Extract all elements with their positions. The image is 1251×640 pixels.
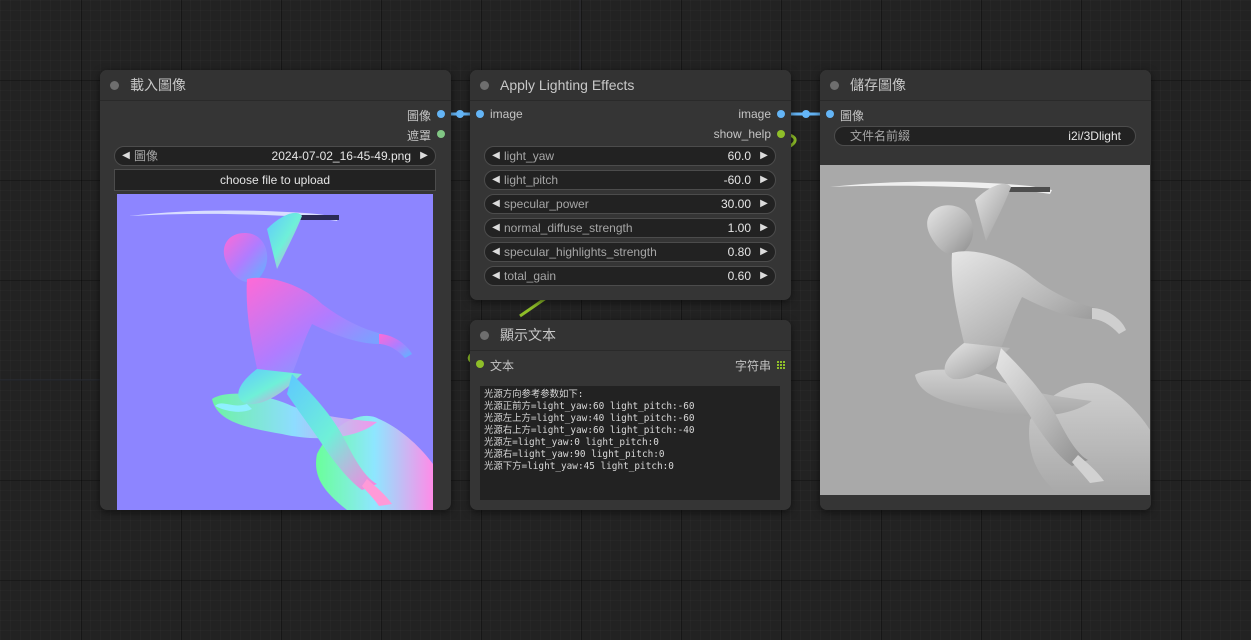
decrement-arrow-icon[interactable]: ◀: [489, 171, 503, 189]
collapse-dot-icon[interactable]: [830, 80, 839, 90]
increment-arrow-icon[interactable]: ▶: [757, 195, 771, 213]
output-image-slot[interactable]: [777, 110, 785, 118]
increment-arrow-icon[interactable]: ▶: [757, 219, 771, 237]
node-header[interactable]: Apply Lighting Effects: [470, 70, 791, 101]
widget-value: 2024-07-02_16-45-49.png: [271, 149, 411, 163]
widget-label: 圖像: [134, 149, 159, 163]
decrement-arrow-icon[interactable]: ◀: [489, 195, 503, 213]
widget-label: normal_diffuse_strength: [504, 221, 633, 235]
link-lighting-to-save-midpoint[interactable]: [802, 110, 810, 118]
normal-diffuse-strength-widget[interactable]: ◀ normal_diffuse_strength 1.00 ▶: [484, 218, 776, 238]
decrement-arrow-icon[interactable]: ◀: [489, 267, 503, 285]
text-line: 光源左=light_yaw:0 light_pitch:0: [484, 437, 659, 448]
collapse-dot-icon[interactable]: [480, 80, 489, 90]
widget-value: 0.60: [727, 269, 751, 283]
load-image-node[interactable]: 載入圖像 圖像 遮罩 ◀ 圖像 2024-07-02_16-45-49.png …: [100, 70, 451, 510]
image-combo-widget[interactable]: ◀ 圖像 2024-07-02_16-45-49.png ▶: [114, 146, 436, 166]
input-text-slot[interactable]: [476, 360, 484, 368]
text-line: 光源下方=light_yaw:45 light_pitch:0: [484, 461, 674, 472]
output-mask-slot[interactable]: [437, 130, 445, 138]
node-header[interactable]: 儲存圖像: [820, 70, 1151, 101]
apply-lighting-node[interactable]: Apply Lighting Effects image image show_…: [470, 70, 791, 300]
node-title: 載入圖像: [130, 77, 186, 93]
total-gain-widget[interactable]: ◀ total_gain 0.60 ▶: [484, 266, 776, 286]
output-show-help-slot[interactable]: [777, 130, 785, 138]
grid-slot-icon[interactable]: [777, 361, 785, 369]
widget-label: light_yaw: [504, 149, 555, 163]
output-image-label: image: [738, 107, 771, 121]
light-yaw-widget[interactable]: ◀ light_yaw 60.0 ▶: [484, 146, 776, 166]
output-string-label: 字符串: [734, 359, 771, 373]
link-image-to-lighting-midpoint[interactable]: [456, 110, 464, 118]
light-pitch-widget[interactable]: ◀ light_pitch -60.0 ▶: [484, 170, 776, 190]
increment-arrow-icon[interactable]: ▶: [757, 147, 771, 165]
widget-label: specular_highlights_strength: [504, 245, 657, 259]
output-show-help-label: show_help: [713, 127, 771, 141]
widget-value: 30.00: [720, 197, 751, 211]
node-header[interactable]: 顯示文本: [470, 320, 791, 351]
input-image-label: image: [490, 107, 523, 121]
node-title: Apply Lighting Effects: [500, 77, 635, 93]
node-graph-canvas[interactable]: 載入圖像 圖像 遮罩 ◀ 圖像 2024-07-02_16-45-49.png …: [0, 0, 1251, 640]
text-line: 光源右=light_yaw:90 light_pitch:0: [484, 449, 665, 460]
widget-value: 1.00: [727, 221, 751, 235]
upload-button[interactable]: choose file to upload: [114, 169, 436, 191]
widget-label: 文件名前綴: [850, 129, 911, 143]
input-image-slot[interactable]: [476, 110, 484, 118]
widget-label: light_pitch: [504, 173, 559, 187]
text-line: 光源右上方=light_yaw:60 light_pitch:-40: [484, 425, 695, 436]
show-text-node[interactable]: 顯示文本 文本 字符串 光源方向参考参数如下: 光源正前方=light_yaw:…: [470, 320, 791, 510]
image-preview: [117, 194, 433, 510]
text-line: 光源方向参考参数如下:: [484, 389, 584, 400]
decrement-arrow-icon[interactable]: ◀: [119, 147, 133, 165]
widget-value: 60.0: [727, 149, 751, 163]
save-image-node[interactable]: 儲存圖像 圖像 文件名前綴 i2i/3Dlight: [820, 70, 1151, 510]
output-image-label: 圖像: [406, 109, 431, 123]
node-title: 顯示文本: [500, 327, 556, 343]
decrement-arrow-icon[interactable]: ◀: [489, 243, 503, 261]
output-image-slot[interactable]: [437, 110, 445, 118]
specular-highlights-strength-widget[interactable]: ◀ specular_highlights_strength 0.80 ▶: [484, 242, 776, 262]
collapse-dot-icon[interactable]: [480, 330, 489, 340]
widget-label: total_gain: [504, 269, 557, 283]
link-help-to-text-lower: [519, 296, 547, 318]
text-line: 光源正前方=light_yaw:60 light_pitch:-60: [484, 401, 695, 412]
preview-footer: [820, 495, 1151, 510]
collapse-dot-icon[interactable]: [110, 80, 119, 90]
decrement-arrow-icon[interactable]: ◀: [489, 147, 503, 165]
increment-arrow-icon[interactable]: ▶: [417, 147, 431, 165]
text-line: 光源左上方=light_yaw:40 light_pitch:-60: [484, 413, 695, 424]
output-mask-label: 遮罩: [406, 129, 431, 143]
specular-power-widget[interactable]: ◀ specular_power 30.00 ▶: [484, 194, 776, 214]
widget-value: 0.80: [727, 245, 751, 259]
node-title: 儲存圖像: [850, 77, 906, 93]
increment-arrow-icon[interactable]: ▶: [757, 267, 771, 285]
widget-value: i2i/3Dlight: [1068, 129, 1121, 143]
output-image-preview: [820, 165, 1150, 495]
increment-arrow-icon[interactable]: ▶: [757, 243, 771, 261]
widget-value: -60.0: [723, 173, 751, 187]
text-display-area[interactable]: 光源方向参考参数如下: 光源正前方=light_yaw:60 light_pit…: [480, 386, 780, 500]
increment-arrow-icon[interactable]: ▶: [757, 171, 771, 189]
filename-prefix-widget[interactable]: 文件名前綴 i2i/3Dlight: [834, 126, 1136, 146]
input-text-label: 文本: [490, 359, 515, 373]
widget-label: specular_power: [504, 197, 589, 211]
node-header[interactable]: 載入圖像: [100, 70, 451, 101]
input-image-slot[interactable]: [826, 110, 834, 118]
input-image-label: 圖像: [840, 109, 865, 123]
decrement-arrow-icon[interactable]: ◀: [489, 219, 503, 237]
